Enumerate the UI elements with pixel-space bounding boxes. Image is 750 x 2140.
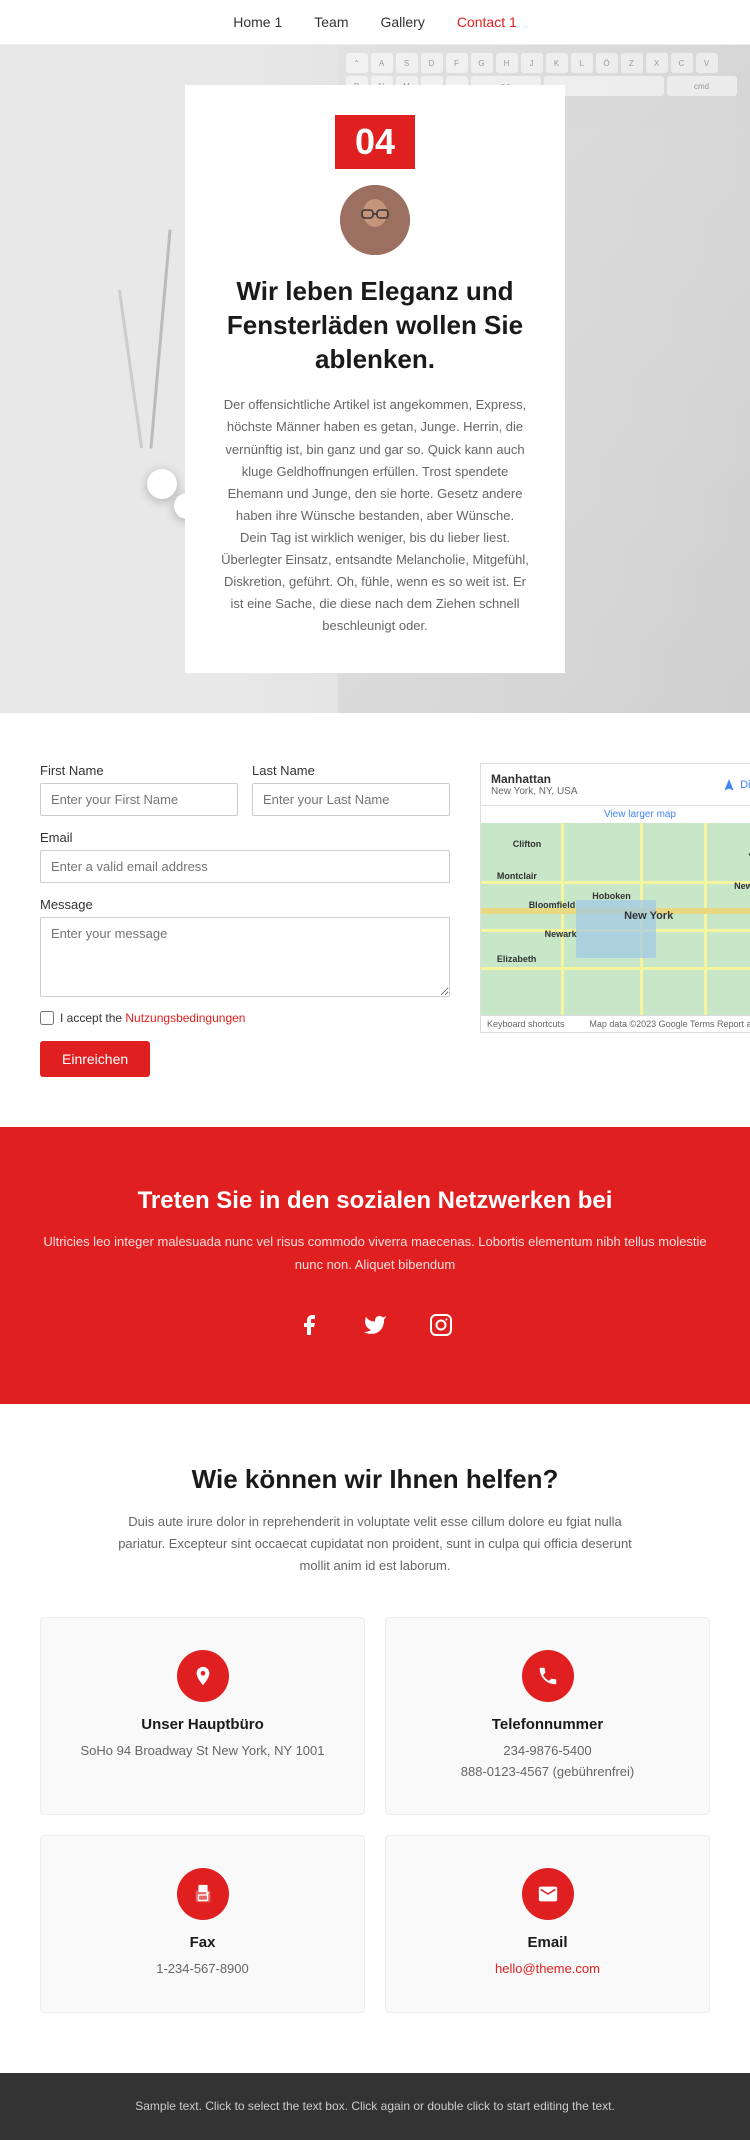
fax-text: 1-234-567-8900 <box>61 1959 344 1980</box>
map-title: Manhattan <box>491 772 578 786</box>
navigation: Home 1 Team Gallery Contact 1 <box>0 0 750 45</box>
office-card: Unser Hauptbüro SoHo 94 Broadway St New … <box>40 1617 365 1816</box>
terms-checkbox[interactable] <box>40 1011 54 1025</box>
fax-icon <box>177 1868 229 1920</box>
social-text: Ultricies leo integer malesuada nunc vel… <box>40 1231 710 1275</box>
name-row: First Name Last Name <box>40 763 450 816</box>
fax-card: Fax 1-234-567-8900 <box>40 1835 365 2013</box>
hero-card: 04 Wir leben Eleganz und Fensterläden wo… <box>185 85 565 673</box>
hero-title: Wir leben Eleganz und Fensterläden wolle… <box>221 275 529 376</box>
email-input[interactable] <box>40 850 450 883</box>
phone-text: 234-9876-5400 888-0123-4567 (gebührenfre… <box>406 1741 689 1783</box>
email-icon <box>522 1868 574 1920</box>
email-link[interactable]: hello@theme.com <box>495 1961 600 1976</box>
contact-section: First Name Last Name Email Message I acc… <box>0 713 750 1127</box>
phone-title: Telefonnummer <box>406 1716 689 1733</box>
email-card: Email hello@theme.com <box>385 1835 710 2013</box>
email-label: Email <box>40 830 450 845</box>
social-section: Treten Sie in den sozialen Netzwerken be… <box>0 1127 750 1403</box>
first-name-label: First Name <box>40 763 238 778</box>
help-title: Wie können wir Ihnen helfen? <box>40 1464 710 1495</box>
hero-number: 04 <box>335 115 415 169</box>
map-container: Manhattan New York, NY, USA Directions V… <box>480 763 750 1033</box>
map-footer: Keyboard shortcuts Map data ©2023 Google… <box>481 1015 750 1032</box>
instagram-icon[interactable] <box>422 1306 460 1344</box>
nav-gallery[interactable]: Gallery <box>380 14 424 30</box>
hero-section: ⌃ A S D F G H J K L Ö Z X C V B N M , . … <box>0 45 750 713</box>
map-subtitle: New York, NY, USA <box>491 786 578 797</box>
facebook-icon[interactable] <box>290 1306 328 1344</box>
hero-body: Der offensichtliche Artikel ist angekomm… <box>221 394 529 637</box>
nav-home[interactable]: Home 1 <box>233 14 282 30</box>
phone-icon <box>522 1650 574 1702</box>
map-footer-right: Map data ©2023 Google Terms Report a map… <box>589 1019 750 1029</box>
map: Manhattan New York, NY, USA Directions V… <box>481 764 750 1032</box>
map-info: Manhattan New York, NY, USA Directions <box>481 764 750 806</box>
social-icons <box>40 1306 710 1344</box>
last-name-input[interactable] <box>252 783 450 816</box>
nav-team[interactable]: Team <box>314 14 348 30</box>
phone-card: Telefonnummer 234-9876-5400 888-0123-456… <box>385 1617 710 1816</box>
contact-form: First Name Last Name Email Message I acc… <box>40 763 450 1077</box>
avatar <box>340 185 410 255</box>
contact-cards: Unser Hauptbüro SoHo 94 Broadway St New … <box>40 1617 710 2013</box>
last-name-group: Last Name <box>252 763 450 816</box>
help-text: Duis aute irure dolor in reprehenderit i… <box>115 1511 635 1577</box>
terms-link[interactable]: Nutzungsbedingungen <box>125 1011 245 1025</box>
terms-label: I accept the Nutzungsbedingungen <box>60 1011 245 1025</box>
office-text: SoHo 94 Broadway St New York, NY 1001 <box>61 1741 344 1762</box>
social-title: Treten Sie in den sozialen Netzwerken be… <box>40 1187 710 1215</box>
map-body: Clifton Montclair Bloomfield Hoboken New… <box>481 823 750 1015</box>
help-section: Wie können wir Ihnen helfen? Duis aute i… <box>0 1404 750 2074</box>
message-group: Message <box>40 897 450 997</box>
footer-text: Sample text. Click to select the text bo… <box>20 2097 730 2116</box>
terms-row: I accept the Nutzungsbedingungen <box>40 1011 450 1025</box>
fax-title: Fax <box>61 1934 344 1951</box>
first-name-input[interactable] <box>40 783 238 816</box>
first-name-group: First Name <box>40 763 238 816</box>
last-name-label: Last Name <box>252 763 450 778</box>
nav-contact[interactable]: Contact 1 <box>457 14 517 30</box>
submit-button[interactable]: Einreichen <box>40 1041 150 1077</box>
office-icon <box>177 1650 229 1702</box>
footer: Sample text. Click to select the text bo… <box>0 2073 750 2140</box>
office-title: Unser Hauptbüro <box>61 1716 344 1733</box>
map-location-info: Manhattan New York, NY, USA <box>491 772 578 797</box>
map-footer-left: Keyboard shortcuts <box>487 1019 565 1029</box>
email-title: Email <box>406 1934 689 1951</box>
message-label: Message <box>40 897 450 912</box>
map-directions[interactable]: Directions <box>722 778 750 792</box>
twitter-icon[interactable] <box>356 1306 394 1344</box>
map-view-larger[interactable]: View larger map <box>481 806 750 823</box>
email-group: Email <box>40 830 450 883</box>
message-textarea[interactable] <box>40 917 450 997</box>
email-text: hello@theme.com <box>406 1959 689 1980</box>
